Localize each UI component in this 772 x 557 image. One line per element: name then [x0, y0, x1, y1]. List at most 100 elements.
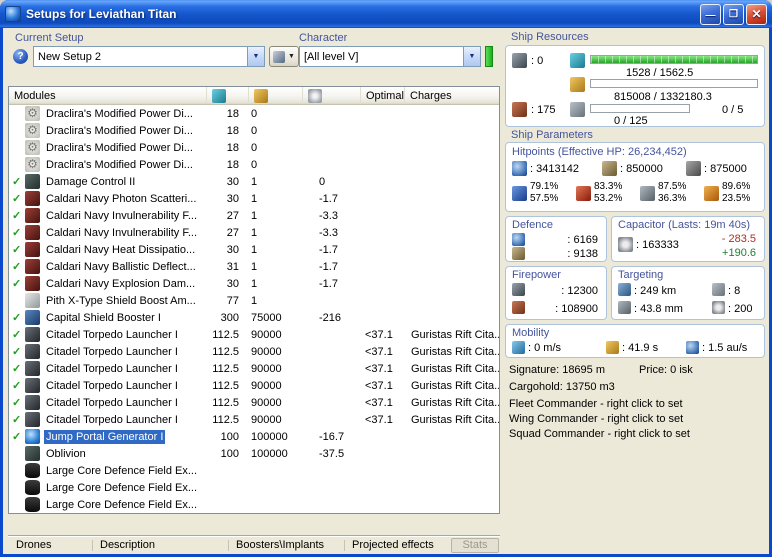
table-row[interactable]: ✓ Caldari Navy Explosion Dam... 30 1 -1.7 [9, 275, 499, 292]
charge-name [405, 105, 499, 122]
capacitor-usage [303, 139, 361, 156]
capacitor-usage [303, 156, 361, 173]
column-header-charges[interactable]: Charges [405, 87, 499, 104]
table-row[interactable]: Large Core Defence Field Ex... [9, 462, 499, 479]
module-name: Citadel Torpedo Launcher I [46, 396, 178, 409]
table-row[interactable]: Oblivion 100 100000 -37.5 [9, 445, 499, 462]
cpu-usage: 100 [220, 430, 239, 443]
module-name: Large Core Defence Field Ex... [46, 464, 198, 477]
table-row[interactable]: ✓ Citadel Torpedo Launcher I 112.5 90000 <37… [9, 411, 499, 428]
shield-icon [512, 161, 527, 176]
character-select-value: [All level V] [304, 50, 359, 63]
module-name: Draclira's Modified Power Di... [46, 158, 193, 171]
cpu-usage: 18 [226, 124, 239, 137]
armor-hp-value: : 850000 [620, 163, 663, 175]
module-name: Caldari Navy Invulnerability F... [46, 226, 198, 239]
fitted-check-icon: ✓ [12, 329, 22, 341]
window-controls: — ❐ ✕ [700, 3, 767, 25]
table-row[interactable]: Draclira's Modified Power Di... 18 0 [9, 156, 499, 173]
table-row[interactable]: ✓ Jump Portal Generator I 100 100000 -16.7 [9, 428, 499, 445]
table-row[interactable]: ✓ Citadel Torpedo Launcher I 112.5 90000 <37… [9, 326, 499, 343]
chevron-down-icon[interactable]: ▼ [463, 47, 480, 66]
signature-value: Signature: 18695 m [509, 364, 606, 376]
table-row[interactable]: ✓ Citadel Torpedo Launcher I 112.5 90000 <37… [9, 394, 499, 411]
close-button[interactable]: ✕ [746, 3, 767, 25]
optimal-range [361, 105, 405, 122]
setup-tools-button[interactable]: ▼ [269, 46, 299, 67]
powergrid-usage: 1 [251, 243, 258, 256]
capacitor-usage: -216 [319, 311, 342, 324]
module-name: Large Core Defence Field Ex... [46, 481, 198, 494]
cpu-usage: 112.5 [212, 413, 239, 426]
table-row[interactable]: Draclira's Modified Power Di... 18 0 [9, 105, 499, 122]
table-row[interactable]: ✓ Caldari Navy Ballistic Deflect... 31 1 -1.… [9, 258, 499, 275]
capacitor-usage: -1.7 [319, 277, 338, 290]
table-row[interactable]: ✓ Damage Control II 30 1 0 [9, 173, 499, 190]
chevron-down-icon[interactable]: ▼ [247, 47, 264, 66]
powergrid-usage: 90000 [251, 413, 282, 426]
cpu-usage: 30 [226, 277, 239, 290]
tab-drones[interactable]: Drones [16, 539, 51, 551]
mobility-box: Mobility : 0 m/s : 41.9 s : 1.5 au/s [505, 324, 765, 358]
help-icon[interactable]: ? [13, 49, 28, 64]
column-header-powergrid[interactable] [249, 87, 303, 104]
structure-hp-value: : 875000 [704, 163, 747, 175]
module-icon [25, 225, 40, 240]
cpu-usage: 112.5 [212, 396, 239, 409]
explosive-shield-resist: 89.6% [722, 181, 751, 192]
capacitor-usage [303, 360, 361, 377]
defence-box: Defence : 6169 : 9138 [505, 216, 607, 262]
table-row[interactable]: ✓ Caldari Navy Photon Scatteri... 30 1 -1.7 [9, 190, 499, 207]
optimal-range [361, 275, 405, 292]
character-label: Character [299, 32, 348, 44]
setup-select[interactable]: New Setup 2 ▼ [33, 46, 265, 67]
tab-projected-effects[interactable]: Projected effects [352, 539, 434, 551]
warp-speed-value: : 1.5 au/s [702, 342, 748, 354]
capacitor-usage [303, 394, 361, 411]
tab-boosters-implants[interactable]: Boosters\Implants [236, 539, 324, 551]
table-row[interactable]: Draclira's Modified Power Di... 18 0 [9, 139, 499, 156]
squad-commander-setting[interactable]: Squad Commander - right click to set [509, 428, 690, 440]
powergrid-value: 815008 / 1332180.3 [614, 91, 712, 103]
powergrid-usage: 0 [251, 158, 258, 171]
table-row[interactable]: ✓ Capital Shield Booster I 300 75000 -216 [9, 309, 499, 326]
table-row[interactable]: Draclira's Modified Power Di... 18 0 [9, 122, 499, 139]
capacitor-usage [303, 462, 361, 479]
tab-description[interactable]: Description [100, 539, 155, 551]
table-row[interactable]: ✓ Citadel Torpedo Launcher I 112.5 90000 <37… [9, 343, 499, 360]
table-row[interactable]: Large Core Defence Field Ex... [9, 496, 499, 513]
powergrid-usage: 0 [251, 107, 258, 120]
powergrid-usage [249, 496, 303, 513]
mobility-title: Mobility [512, 327, 550, 339]
module-icon [25, 310, 40, 325]
table-row[interactable]: ✓ Citadel Torpedo Launcher I 112.5 90000 <37… [9, 377, 499, 394]
column-header-cpu[interactable] [207, 87, 249, 104]
cargohold-value: Cargohold: 13750 m3 [509, 381, 615, 393]
optimal-range [361, 496, 405, 513]
cpu-usage: 112.5 [212, 362, 239, 375]
cpu-usage: 112.5 [212, 379, 239, 392]
table-row[interactable]: ✓ Caldari Navy Invulnerability F... 27 1 -3.… [9, 224, 499, 241]
table-row[interactable]: Pith X-Type Shield Boost Am... 77 1 [9, 292, 499, 309]
cpu-usage: 27 [226, 226, 239, 239]
table-row[interactable]: ✓ Caldari Navy Invulnerability F... 27 1 -3.… [9, 207, 499, 224]
kinetic-armor-resist: 36.3% [658, 193, 687, 204]
maximize-button[interactable]: ❐ [723, 3, 744, 25]
minimize-button[interactable]: — [700, 3, 721, 25]
table-row[interactable]: ✓ Citadel Torpedo Launcher I 112.5 90000 <37… [9, 360, 499, 377]
table-row[interactable]: ✓ Caldari Navy Heat Dissipatio... 30 1 -1.7 [9, 241, 499, 258]
wing-commander-setting[interactable]: Wing Commander - right click to set [509, 413, 683, 425]
column-header-optimal[interactable]: Optimal [361, 87, 405, 104]
column-header-capacitor[interactable] [303, 87, 361, 104]
table-row[interactable]: Large Core Defence Field Ex... [9, 479, 499, 496]
module-icon [25, 446, 40, 461]
column-header-modules[interactable]: Modules [9, 87, 207, 104]
powergrid-usage: 1 [251, 226, 258, 239]
fleet-commander-setting[interactable]: Fleet Commander - right click to set [509, 398, 683, 410]
current-setup-label: Current Setup [15, 32, 84, 44]
module-name: Oblivion [46, 447, 86, 460]
capacitor-usage: -1.7 [319, 243, 338, 256]
character-select[interactable]: [All level V] ▼ [299, 46, 481, 67]
charge-name [405, 496, 499, 513]
cpu-usage: 112.5 [212, 328, 239, 341]
